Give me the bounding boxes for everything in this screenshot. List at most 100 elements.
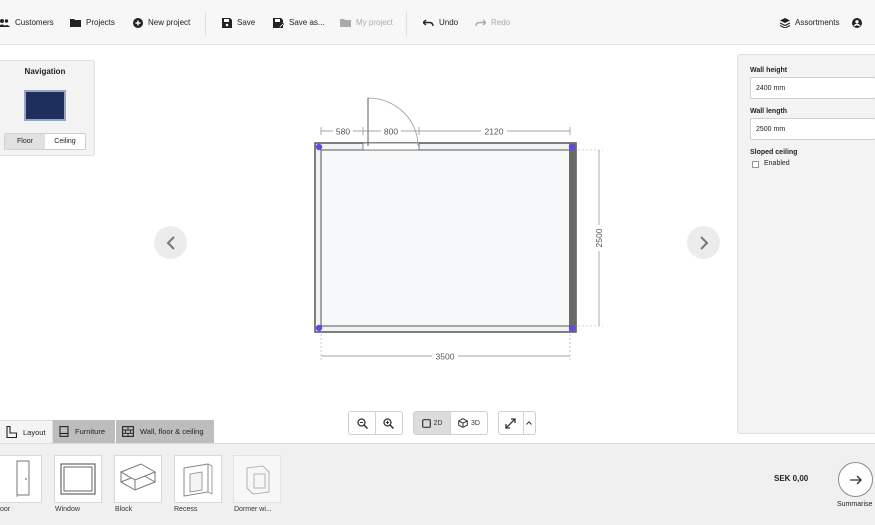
block-icon xyxy=(119,463,157,491)
zoom-in-icon xyxy=(383,417,395,429)
square-icon xyxy=(421,418,431,428)
save-button[interactable]: Save xyxy=(222,0,255,45)
folder-icon xyxy=(70,19,81,27)
customers-button[interactable]: Customers xyxy=(0,0,54,45)
chevron-left-icon xyxy=(166,235,175,250)
arrow-right-icon xyxy=(849,475,862,484)
plus-circle-icon xyxy=(133,17,143,28)
recess-item-card[interactable] xyxy=(174,455,222,503)
view-3d-button[interactable]: 3D xyxy=(451,412,487,434)
floor-toggle-button[interactable]: Floor xyxy=(5,134,45,149)
user-circle-icon xyxy=(852,17,862,28)
my-project-button[interactable]: My project xyxy=(340,0,393,45)
user-account-button[interactable] xyxy=(852,0,862,45)
redo-button[interactable]: Redo xyxy=(475,0,510,45)
measure-tool-button[interactable] xyxy=(499,412,523,434)
block-item-card[interactable] xyxy=(114,455,162,503)
ceiling-toggle-button[interactable]: Ceiling xyxy=(45,134,85,149)
item-label: Window xyxy=(55,506,80,513)
view-3d-label: 3D xyxy=(471,419,480,427)
measure-controls xyxy=(498,411,536,435)
measure-options-button[interactable] xyxy=(524,412,535,434)
undo-icon xyxy=(423,18,434,26)
corner-handle[interactable] xyxy=(568,143,576,151)
window-item-card[interactable] xyxy=(54,455,102,503)
summarise-label: Summarise xyxy=(837,501,873,508)
new-project-label: New project xyxy=(148,18,191,27)
next-view-button[interactable] xyxy=(687,226,720,259)
projects-button[interactable]: Projects xyxy=(70,0,115,45)
view-2d-label: 2D xyxy=(433,419,443,427)
undo-button[interactable]: Undo xyxy=(423,0,458,45)
customers-icon xyxy=(0,18,10,27)
dormer-window-icon xyxy=(246,465,270,495)
corner-handle[interactable] xyxy=(315,324,323,332)
wall-length-input[interactable] xyxy=(750,118,875,140)
item-label: oor xyxy=(0,506,11,513)
zoom-out-icon xyxy=(356,417,368,429)
zoom-out-button[interactable] xyxy=(349,412,375,434)
summarise-button[interactable] xyxy=(838,462,873,497)
floor-ceiling-toggle: Floor Ceiling xyxy=(4,133,86,150)
enabled-label: Enabled xyxy=(764,160,790,167)
view-2d-button[interactable]: 2D xyxy=(414,412,451,434)
furniture-icon xyxy=(59,426,69,437)
window-icon xyxy=(60,463,96,495)
save-icon xyxy=(222,17,232,28)
diagonal-arrow-icon xyxy=(505,417,516,429)
item-label: Recess xyxy=(174,506,198,513)
chevron-up-icon xyxy=(526,421,533,425)
navigation-panel: Navigation Floor Ceiling xyxy=(0,60,95,156)
dimension-label: 580 xyxy=(336,127,350,137)
tab-furniture-label: Furniture xyxy=(75,427,106,436)
room-outer-wall xyxy=(314,142,577,333)
my-project-label: My project xyxy=(356,18,393,27)
save-label: Save xyxy=(237,18,256,27)
corner-handle[interactable] xyxy=(568,324,576,332)
redo-label: Redo xyxy=(491,18,511,27)
toolbar-divider xyxy=(406,12,407,36)
door-icon xyxy=(16,460,30,497)
tab-layout[interactable]: Layout xyxy=(0,420,53,443)
folder-icon xyxy=(340,19,351,27)
item-label: Block xyxy=(115,506,133,513)
assortments-label: Assortments xyxy=(795,18,840,27)
chevron-right-icon xyxy=(699,235,708,250)
wall-length-label: Wall length xyxy=(750,108,788,115)
save-as-button[interactable]: Save as... xyxy=(273,0,325,45)
wall-height-label: Wall height xyxy=(750,67,788,74)
dimension-label: 2500 xyxy=(594,228,604,247)
new-project-button[interactable]: New project xyxy=(133,0,190,45)
selected-wall[interactable] xyxy=(569,143,576,332)
dimension-label: 2120 xyxy=(485,127,504,137)
corner-handle[interactable] xyxy=(315,143,323,151)
door-opening[interactable] xyxy=(362,142,420,151)
recess-icon xyxy=(183,463,213,497)
sloped-ceiling-checkbox[interactable] xyxy=(752,161,759,168)
save-as-icon xyxy=(273,17,284,28)
dormer-window-item-card[interactable] xyxy=(233,455,281,503)
dimension-label: 3500 xyxy=(436,352,455,362)
customers-label: Customers xyxy=(15,18,54,27)
zoom-in-button[interactable] xyxy=(376,412,402,434)
navigation-title: Navigation xyxy=(24,67,66,76)
tab-layout-label: Layout xyxy=(23,427,46,437)
undo-label: Undo xyxy=(439,18,459,27)
wall-height-input[interactable] xyxy=(750,77,875,99)
dimension-label: 800 xyxy=(384,127,398,137)
navigation-minimap[interactable] xyxy=(24,90,66,121)
save-as-label: Save as... xyxy=(289,18,325,27)
cube-icon xyxy=(458,418,468,428)
assortments-button[interactable]: Assortments xyxy=(780,0,839,45)
total-price: SEK 0,00 xyxy=(774,474,809,483)
previous-view-button[interactable] xyxy=(154,226,187,259)
zoom-controls xyxy=(348,411,403,435)
tab-furniture[interactable]: Furniture xyxy=(53,420,115,443)
layers-icon xyxy=(780,17,790,28)
door-item-card[interactable] xyxy=(0,455,42,503)
redo-icon xyxy=(475,18,486,26)
tab-wall-floor-ceiling[interactable]: Wall, floor & ceiling xyxy=(116,420,214,443)
floor-plan-icon xyxy=(6,426,17,438)
brick-wall-icon xyxy=(122,426,134,437)
room-floor[interactable] xyxy=(320,149,571,327)
